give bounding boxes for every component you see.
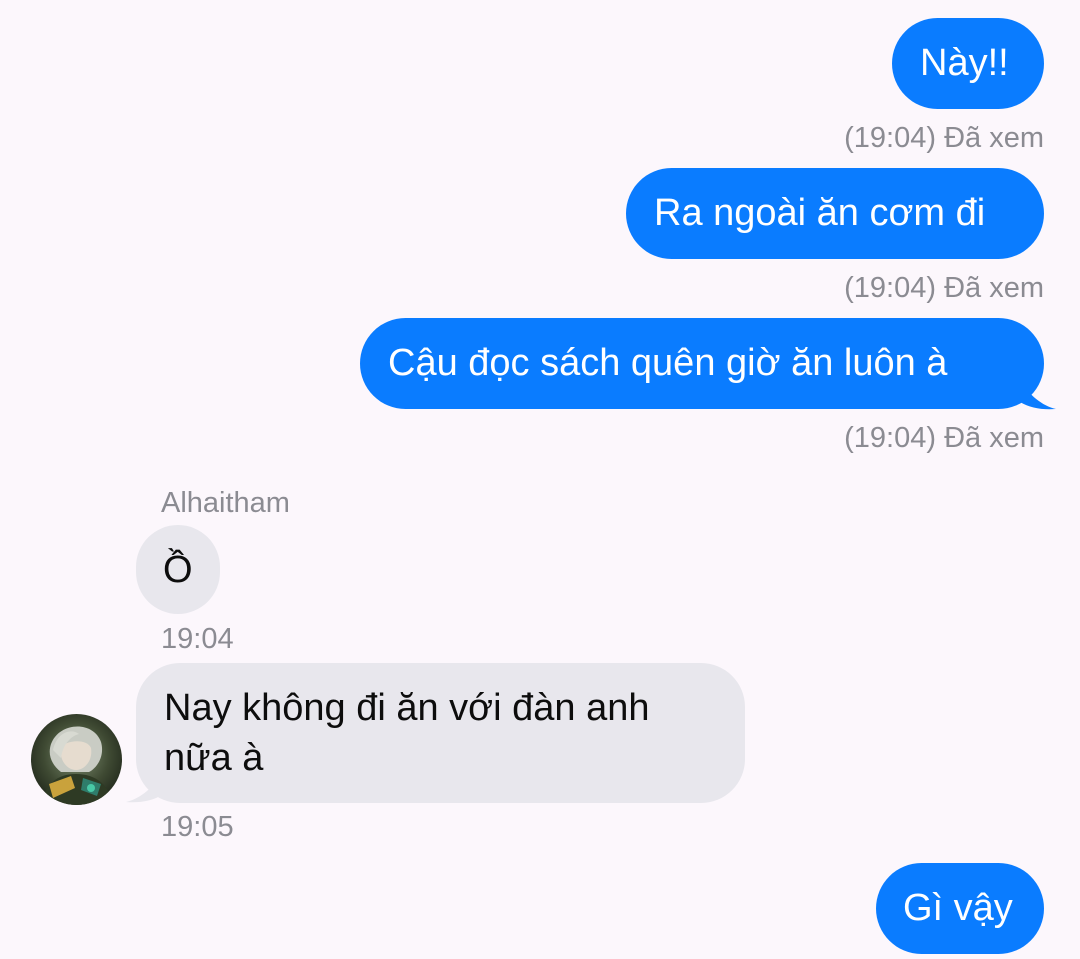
outgoing-message-bubble[interactable]: Gì vậy [876,863,1044,954]
outgoing-message-bubble[interactable]: Ra ngoài ăn cơm đi [626,168,1044,259]
chat-screen: { "messages": [ { "id": "m1", "direction… [0,0,1080,959]
message-time: 19:04 [161,623,234,655]
outgoing-message-bubble[interactable]: Cậu đọc sách quên giờ ăn luôn à [360,318,1044,409]
bubble-tail [126,773,162,803]
message-status: (19:04) Đã xem [844,122,1044,154]
avatar-image [31,714,122,805]
message-text-line: Nay không đi ăn với đàn anh [164,687,650,729]
message-text-line: nữa à [164,737,264,779]
message-text: Ra ngoài ăn cơm đi [654,192,986,234]
sender-name: Alhaitham [161,487,290,519]
incoming-message-bubble[interactable]: Nay không đi ăn với đàn anh nữa à [136,663,745,803]
incoming-message-bubble[interactable]: Ồ [136,525,220,614]
message-text: Ồ [163,549,193,591]
message-text: Gì vậy [903,887,1013,929]
message-text: Này!! [920,42,1009,84]
message-status: (19:04) Đã xem [844,272,1044,304]
message-text: Cậu đọc sách quên giờ ăn luôn à [388,342,948,384]
bubble-tail [1020,380,1056,410]
avatar-alhaitham-icon[interactable] [31,714,122,805]
message-time: 19:05 [161,811,234,843]
message-status: (19:04) Đã xem [844,422,1044,454]
outgoing-message-bubble[interactable]: Này!! [892,18,1044,109]
